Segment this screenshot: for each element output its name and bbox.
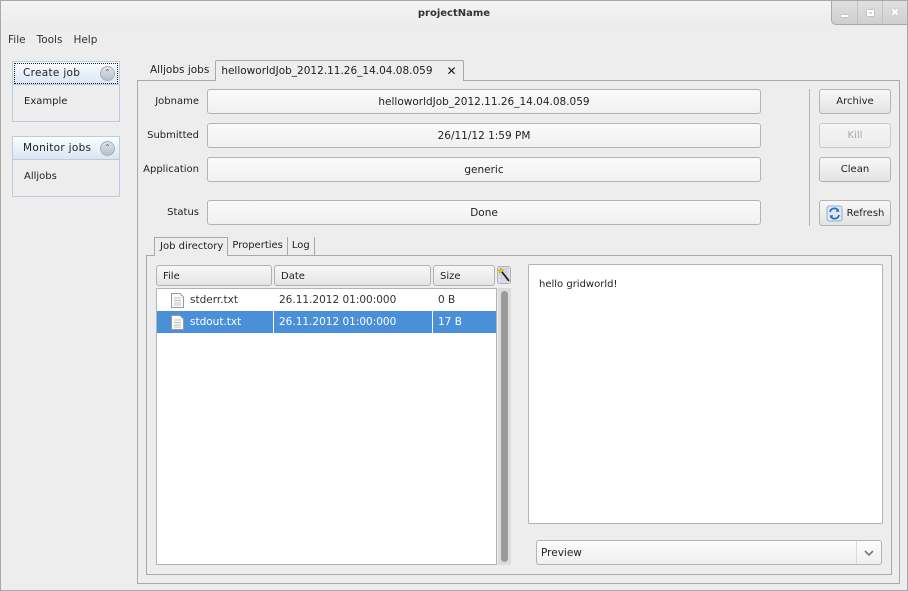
sidebar-panel-create-job: Create job ⌃ Example xyxy=(12,61,120,122)
menu-tools[interactable]: Tools xyxy=(36,34,67,46)
menu-bar: File Tools Help xyxy=(7,34,107,46)
app-window: projectName ✖ File Tools Help Create job… xyxy=(0,0,908,591)
chevron-down-icon xyxy=(856,541,881,564)
size-cell: 0 B xyxy=(432,289,496,311)
jobname-field[interactable]: helloworldJob_2012.11.26_14.04.08.059 xyxy=(207,89,761,114)
refresh-label: Refresh xyxy=(846,207,885,219)
refresh-icon xyxy=(826,205,843,221)
tab-log[interactable]: Log xyxy=(288,237,315,256)
refresh-button[interactable]: Refresh xyxy=(819,200,891,226)
window-title: projectName xyxy=(417,8,491,19)
jobname-label: Jobname xyxy=(155,96,199,107)
minimize-button[interactable] xyxy=(832,1,857,24)
file-name: stdout.txt xyxy=(190,316,242,328)
tab-job-directory[interactable]: Job directory xyxy=(154,237,229,256)
kill-button[interactable]: Kill xyxy=(819,123,891,148)
status-label: Status xyxy=(167,207,199,218)
date-cell: 26.11.2012 01:00:000 xyxy=(273,311,432,333)
tab-label: Alljobs jobs xyxy=(150,64,210,76)
sidebar-header-create-job[interactable]: Create job ⌃ xyxy=(13,62,119,85)
close-button[interactable]: ✖ xyxy=(882,1,907,24)
application-field[interactable]: generic xyxy=(207,157,761,182)
collapse-up-icon[interactable]: ⌃ xyxy=(100,65,115,81)
minimize-icon xyxy=(841,14,848,17)
status-field[interactable]: Done xyxy=(207,200,761,225)
preview-mode-value: Preview xyxy=(541,546,582,559)
sidebar-header-monitor-jobs[interactable]: Monitor jobs ⌃ xyxy=(13,137,119,160)
clean-button[interactable]: Clean xyxy=(819,157,891,182)
file-table-scrollbar[interactable] xyxy=(498,288,511,565)
table-row-selected[interactable]: stdout.txt 26.11.2012 01:00:000 17 B xyxy=(157,311,496,333)
job-tabs: Alljobs jobs helloworldJob_2012.11.26_14… xyxy=(145,60,464,81)
file-table-header: File Date Size xyxy=(156,265,497,286)
text-file-icon xyxy=(171,292,184,308)
scrollbar-thumb[interactable] xyxy=(501,291,508,562)
submitted-label: Submitted xyxy=(147,130,199,141)
sidebar-header-label: Monitor jobs xyxy=(23,142,92,154)
title-bar[interactable]: projectName ✖ xyxy=(1,1,907,28)
tab-helloworld-job[interactable]: helloworldJob_2012.11.26_14.04.08.059 ✕ xyxy=(215,60,464,81)
close-tab-icon[interactable]: ✕ xyxy=(447,65,457,81)
size-cell: 17 B xyxy=(432,311,496,333)
content-tabs: Job directory Properties Log xyxy=(154,237,315,256)
column-header-file[interactable]: File xyxy=(156,265,272,286)
close-icon: ✖ xyxy=(890,6,900,19)
table-row[interactable]: stderr.txt 26.11.2012 01:00:000 0 B xyxy=(157,289,496,311)
maximize-button[interactable] xyxy=(857,1,882,24)
file-name: stderr.txt xyxy=(190,294,238,306)
vertical-separator xyxy=(809,89,810,226)
sidebar-item-alljobs[interactable]: Alljobs xyxy=(13,160,119,196)
window-controls: ✖ xyxy=(831,1,907,25)
column-header-size[interactable]: Size xyxy=(433,265,495,286)
maximize-icon xyxy=(866,9,874,16)
sidebar-panel-monitor-jobs: Monitor jobs ⌃ Alljobs xyxy=(12,136,120,197)
file-cell: stderr.txt xyxy=(157,289,273,311)
collapse-up-icon[interactable]: ⌃ xyxy=(100,140,115,156)
submitted-field[interactable]: 26/11/12 1:59 PM xyxy=(207,123,761,148)
date-cell: 26.11.2012 01:00:000 xyxy=(273,289,432,311)
file-cell: stdout.txt xyxy=(157,311,273,333)
tab-label: helloworldJob_2012.11.26_14.04.08.059 xyxy=(221,65,433,77)
application-label: Application xyxy=(143,164,199,175)
column-config-icon[interactable] xyxy=(497,266,511,284)
text-file-icon xyxy=(171,314,184,330)
menu-file[interactable]: File xyxy=(7,34,30,46)
preview-mode-select[interactable]: Preview xyxy=(536,540,882,565)
tab-properties[interactable]: Properties xyxy=(228,237,288,256)
sidebar-item-example[interactable]: Example xyxy=(13,85,119,121)
menu-help[interactable]: Help xyxy=(72,34,101,46)
sidebar-header-label: Create job xyxy=(23,67,81,79)
file-table: stderr.txt 26.11.2012 01:00:000 0 B stdo… xyxy=(156,288,497,565)
file-preview[interactable]: hello gridworld! xyxy=(528,264,883,524)
column-header-date[interactable]: Date xyxy=(274,265,431,286)
archive-button[interactable]: Archive xyxy=(819,89,891,114)
tab-alljobs-jobs[interactable]: Alljobs jobs xyxy=(145,60,215,81)
